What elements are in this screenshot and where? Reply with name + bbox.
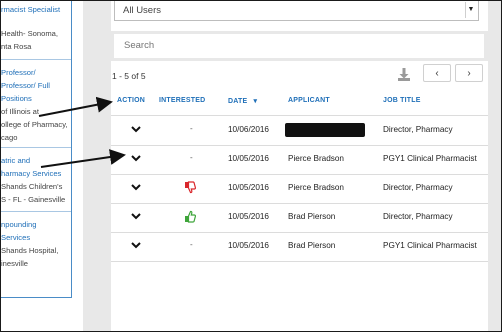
job-item-location: inesville [1, 259, 29, 268]
job-item-title[interactable]: rmacist Specialist [1, 3, 60, 16]
job-item[interactable]: atric and harmacy Services Shands Childr… [1, 154, 65, 206]
job-item-org: of Illinois at [1, 107, 39, 116]
job-item-title[interactable]: atric and [1, 154, 65, 167]
job-item-title[interactable]: Services [1, 231, 58, 244]
interest-none: - [190, 240, 193, 249]
column-header-date-label: DATE [228, 98, 248, 105]
column-header-action: ACTION [117, 97, 146, 104]
next-page-button[interactable]: › [455, 64, 483, 82]
job-item-org: Shands Children's [1, 182, 63, 191]
column-header-applicant[interactable]: APPLICANT [288, 97, 330, 104]
interest-none: - [190, 124, 193, 133]
divider [1, 147, 71, 148]
job-item[interactable]: Professor/ Professor/ Full Positions of … [1, 66, 68, 144]
table-header: ACTION INTERESTED DATE ▾ APPLICANT JOB T… [111, 89, 488, 116]
table-row[interactable]: - 10/05/2016 Pierce Bradson PGY1 Clinical P… [111, 145, 488, 175]
search-input[interactable] [114, 34, 484, 58]
job-list-sidebar: rmacist Specialist Health- Sonoma, nta R… [1, 1, 72, 298]
user-filter-select[interactable]: All Users ▼ [114, 1, 479, 21]
divider [1, 211, 71, 212]
applicants-panel: All Users ▼ 1 - 5 of 5 ‹ › ACTION INTERE… [111, 1, 488, 331]
applicant-cell[interactable]: Pierce Bradson [288, 183, 344, 192]
date-cell: 10/05/2016 [228, 212, 269, 221]
date-cell: 10/05/2016 [228, 154, 269, 163]
job-title-cell: PGY1 Clinical Pharmacist [383, 241, 477, 250]
results-count: 1 - 5 of 5 [112, 71, 146, 81]
interest-none: - [190, 153, 193, 162]
chevron-down-icon[interactable] [130, 123, 142, 135]
download-icon[interactable] [396, 66, 412, 82]
job-item-org: ollege of Pharmacy, [1, 120, 68, 129]
chevron-left-icon: ‹ [435, 68, 439, 79]
date-cell: 10/05/2016 [228, 183, 269, 192]
thumbs-down-icon[interactable] [184, 181, 196, 194]
job-title-cell: PGY1 Clinical Pharmacist [383, 154, 477, 163]
user-filter-value: All Users [123, 5, 162, 16]
chevron-down-icon[interactable] [130, 181, 142, 193]
job-item-title[interactable]: Positions [1, 92, 68, 105]
chevron-down-icon[interactable] [130, 152, 142, 164]
job-item-location: cago [1, 133, 18, 142]
left-gutter [83, 1, 111, 331]
job-item-detail: Health- Sonoma, nta Rosa [1, 27, 58, 53]
job-item-org: Health- Sonoma, [1, 29, 58, 38]
table-row[interactable]: - 10/06/2016 Director, Pharmacy [111, 116, 488, 146]
job-item-title[interactable]: Professor/ [1, 66, 68, 79]
job-item[interactable]: rmacist Specialist [1, 3, 60, 16]
job-item-org: Shands Hospital, [1, 246, 59, 255]
redacted-applicant-name [285, 123, 365, 137]
table-row[interactable]: 10/05/2016 Brad Pierson Director, Pharmacy [111, 203, 488, 233]
table-row[interactable]: - 10/05/2016 Brad Pierson PGY1 Clinical Pha… [111, 232, 488, 262]
chevron-down-icon[interactable]: ▼ [465, 2, 476, 18]
chevron-down-icon[interactable] [130, 210, 142, 222]
table-row[interactable]: 10/05/2016 Pierce Bradson Director, Pharma… [111, 174, 488, 204]
job-item[interactable]: npounding Services Shands Hospital, ines… [1, 218, 58, 270]
thumbs-up-icon[interactable] [184, 210, 196, 223]
job-title-cell: Director, Pharmacy [383, 125, 453, 134]
prev-page-button[interactable]: ‹ [423, 64, 451, 82]
divider [1, 59, 71, 60]
chevron-down-icon[interactable] [130, 239, 142, 251]
applicant-cell[interactable]: Pierce Bradson [288, 154, 344, 163]
applicant-cell[interactable]: Brad Pierson [288, 241, 335, 250]
sort-arrow-icon: ▾ [253, 98, 258, 105]
column-header-interested[interactable]: INTERESTED [159, 97, 205, 104]
job-title-cell: Director, Pharmacy [383, 212, 453, 221]
screenshot-frame: rmacist Specialist Health- Sonoma, nta R… [0, 0, 502, 332]
date-cell: 10/05/2016 [228, 241, 269, 250]
date-cell: 10/06/2016 [228, 125, 269, 134]
job-item-title[interactable]: npounding [1, 218, 58, 231]
applicant-cell[interactable]: Brad Pierson [288, 212, 335, 221]
job-item-location: nta Rosa [1, 42, 32, 51]
job-title-cell: Director, Pharmacy [383, 183, 453, 192]
search-bar [111, 31, 488, 61]
job-item-title[interactable]: Professor/ Full [1, 79, 68, 92]
column-header-date[interactable]: DATE ▾ [228, 97, 257, 105]
job-item-location: S - FL - Gainesville [1, 195, 66, 204]
right-gutter [488, 1, 501, 331]
chevron-right-icon: › [467, 68, 471, 79]
job-item-title[interactable]: harmacy Services [1, 167, 65, 180]
column-header-job-title[interactable]: JOB TITLE [383, 97, 421, 104]
